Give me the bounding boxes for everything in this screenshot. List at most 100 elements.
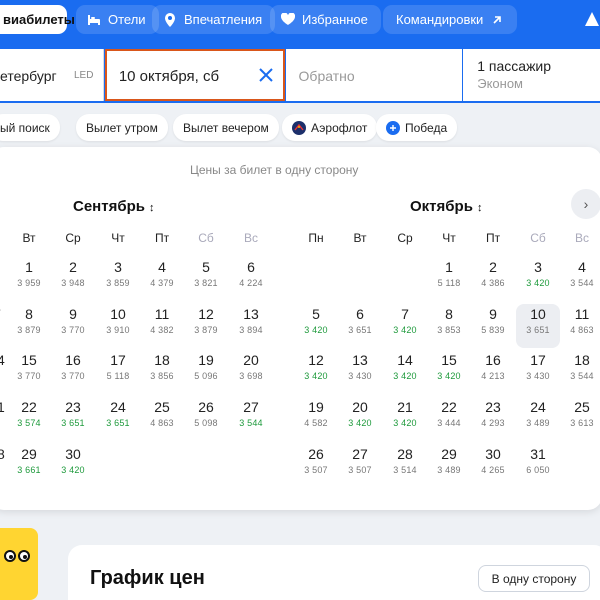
calendar-day[interactable]: 12 3 420 (294, 350, 338, 394)
tab-flights[interactable]: виабилеты (0, 5, 75, 34)
calendar-day[interactable]: 2 3 948 (51, 257, 95, 301)
calendar-day[interactable]: 27 3 507 (338, 444, 382, 488)
day-number: 11 (574, 306, 590, 322)
day-price: 3 544 (570, 371, 594, 381)
calendar-day[interactable]: 28 3 514 (383, 444, 427, 488)
day-number: 5 (312, 306, 320, 322)
calendar-day[interactable]: 2 4 386 (471, 257, 515, 301)
calendar-day[interactable]: 18 3 544 (560, 350, 600, 394)
chip-morning-departure[interactable]: Вылет утром (76, 114, 168, 141)
calendar-day[interactable]: 17 3 430 (516, 350, 560, 394)
calendar-day[interactable]: 19 5 096 (184, 350, 228, 394)
calendar-day[interactable]: 23 3 651 (51, 397, 95, 441)
day-number: 16 (485, 352, 501, 368)
calendar-day[interactable]: 23 4 293 (471, 397, 515, 441)
calendar-day[interactable]: 30 4 265 (471, 444, 515, 488)
chip-pobeda[interactable]: Победа (376, 114, 458, 141)
account-icon[interactable] (584, 11, 600, 27)
day-price: 3 698 (239, 371, 263, 381)
day-price: 4 582 (304, 418, 328, 428)
calendar-day[interactable]: 4 4 379 (140, 257, 184, 301)
calendar-day[interactable]: 10 3 910 (96, 304, 140, 348)
calendar-day[interactable]: 20 3 698 (229, 350, 273, 394)
origin-field[interactable]: етербург LED (0, 49, 104, 101)
passengers-field[interactable]: 1 пассажир Эконом (463, 49, 600, 101)
day-price: 4 379 (150, 278, 174, 288)
calendar-day[interactable]: 13 3 430 (338, 350, 382, 394)
day-price: 3 948 (61, 278, 85, 288)
calendar-day[interactable]: 20 3 420 (338, 397, 382, 441)
day-number: 22 (21, 399, 37, 415)
calendar-day[interactable]: 9 5 839 (471, 304, 515, 348)
calendar-day[interactable]: 21 3 420 (383, 397, 427, 441)
calendar-day[interactable]: 25 4 863 (140, 397, 184, 441)
clear-date-icon[interactable] (258, 63, 273, 88)
mascot-eye (18, 550, 30, 562)
month-title-october[interactable]: Октябрь ↕ (410, 198, 482, 215)
next-month-button[interactable]: › (571, 189, 600, 219)
calendar-day[interactable]: 24 3 651 (96, 397, 140, 441)
calendar-day[interactable]: 12 3 879 (184, 304, 228, 348)
calendar-day[interactable]: 29 3 661 (7, 444, 51, 488)
calendar-day[interactable]: 31 6 050 (516, 444, 560, 488)
calendar-day[interactable]: 26 3 507 (294, 444, 338, 488)
calendar-day[interactable]: 3 3 859 (96, 257, 140, 301)
calendar-day[interactable]: 1 3 959 (7, 257, 51, 301)
calendar-day[interactable]: 17 5 118 (96, 350, 140, 394)
day-number: 4 (578, 259, 586, 275)
day-number: 3 (114, 259, 122, 275)
month-title-september[interactable]: Сентябрь ↕ (73, 198, 154, 215)
day-price: 3 879 (17, 325, 41, 335)
calendar-day[interactable]: 19 4 582 (294, 397, 338, 441)
calendar-day[interactable]: 6 4 224 (229, 257, 273, 301)
tab-business-trips[interactable]: Командировки (383, 5, 518, 34)
calendar-day[interactable]: 27 3 544 (229, 397, 273, 441)
month-name-october: Октябрь (410, 198, 473, 215)
chip-evening-departure[interactable]: Вылет вечером (173, 114, 279, 141)
weekday-header: Вт (22, 231, 36, 245)
calendar-day[interactable]: 5 3 420 (294, 304, 338, 348)
calendar-day[interactable]: 14 3 420 (383, 350, 427, 394)
chip-aeroflot[interactable]: Аэрофлот (282, 114, 378, 141)
tab-experiences[interactable]: Впечатления (152, 5, 276, 34)
calendar-day[interactable]: 4 3 544 (560, 257, 600, 301)
calendar-day[interactable]: 25 3 613 (560, 397, 600, 441)
calendar-day[interactable]: 24 3 489 (516, 397, 560, 441)
departure-date-field[interactable]: 10 октября, сб (104, 49, 285, 101)
calendar-day[interactable]: 29 3 489 (427, 444, 471, 488)
one-way-toggle-button[interactable]: В одну сторону (478, 565, 590, 592)
calendar-day[interactable]: 30 3 420 (51, 444, 95, 488)
day-price: 3 910 (106, 325, 130, 335)
calendar-day[interactable]: 16 4 213 (471, 350, 515, 394)
calendar-day[interactable]: 7 3 420 (383, 304, 427, 348)
return-date-field[interactable]: Обратно (285, 49, 463, 101)
calendar-day[interactable]: 15 3 420 (427, 350, 471, 394)
calendar-day[interactable]: 16 3 770 (51, 350, 95, 394)
day-number: 15 (21, 352, 37, 368)
cabin-class: Эконом (477, 76, 523, 91)
chip-pobeda-label: Победа (405, 120, 448, 135)
calendar-day[interactable]: 3 3 420 (516, 257, 560, 301)
calendar-day[interactable]: 11 4 382 (140, 304, 184, 348)
calendar-day[interactable]: 26 5 098 (184, 397, 228, 441)
tab-favorites[interactable]: Избранное (270, 5, 381, 34)
calendar-day[interactable]: 15 3 770 (7, 350, 51, 394)
calendar-day[interactable]: 13 3 894 (229, 304, 273, 348)
calendar-day[interactable]: 5 3 821 (184, 257, 228, 301)
calendar-day[interactable]: 8 3 879 (7, 304, 51, 348)
calendar-day[interactable]: 22 3 574 (7, 397, 51, 441)
day-price: 3 770 (61, 371, 85, 381)
calendar-day[interactable]: 18 3 856 (140, 350, 184, 394)
tab-hotels[interactable]: Отели (76, 5, 159, 34)
calendar-day[interactable]: 11 4 863 (560, 304, 600, 348)
chip-search-mode[interactable]: ый поиск (0, 114, 60, 141)
calendar-day-selected[interactable]: 10 3 651 (516, 304, 560, 348)
tab-hotels-label: Отели (108, 12, 146, 27)
calendar-day[interactable]: 22 3 444 (427, 397, 471, 441)
day-price: 3 651 (106, 418, 130, 428)
calendar-day[interactable]: 9 3 770 (51, 304, 95, 348)
calendar-day[interactable]: 6 3 651 (338, 304, 382, 348)
tab-experiences-label: Впечатления (184, 12, 263, 27)
calendar-day[interactable]: 1 5 118 (427, 257, 471, 301)
calendar-day[interactable]: 8 3 853 (427, 304, 471, 348)
